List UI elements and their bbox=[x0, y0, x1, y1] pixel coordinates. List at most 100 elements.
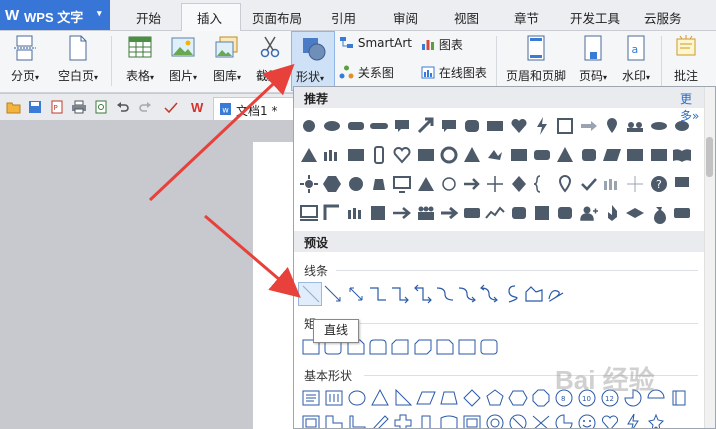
comment-button[interactable]: 批注 bbox=[668, 34, 704, 90]
recommended-shape[interactable] bbox=[531, 202, 553, 224]
recommended-shape[interactable] bbox=[601, 202, 623, 224]
line-shape[interactable] bbox=[501, 283, 523, 305]
line-shape[interactable] bbox=[523, 283, 545, 305]
recommended-shape[interactable] bbox=[508, 202, 530, 224]
recommended-shape[interactable] bbox=[578, 115, 600, 137]
basic-shape[interactable] bbox=[438, 387, 460, 409]
open-folder-icon[interactable] bbox=[6, 100, 22, 114]
basic-shape[interactable] bbox=[346, 412, 368, 428]
relation-chart-button[interactable]: 关系图 bbox=[339, 64, 394, 81]
recommended-shape[interactable] bbox=[578, 173, 600, 195]
basic-shape[interactable] bbox=[300, 412, 322, 428]
recommended-shape[interactable] bbox=[391, 115, 413, 137]
recommended-shape[interactable] bbox=[321, 173, 343, 195]
print-icon[interactable] bbox=[71, 100, 87, 114]
chart-button[interactable]: 图表 bbox=[421, 36, 463, 53]
basic-shape[interactable] bbox=[484, 412, 506, 428]
tab-developer[interactable]: 开发工具 bbox=[570, 8, 620, 27]
recommended-shape[interactable] bbox=[438, 144, 460, 166]
recommended-shape[interactable] bbox=[484, 144, 506, 166]
recommended-shape[interactable] bbox=[321, 144, 343, 166]
recommended-shape[interactable] bbox=[368, 115, 390, 137]
recommended-shape[interactable] bbox=[648, 202, 670, 224]
recommended-shape[interactable] bbox=[345, 115, 367, 137]
basic-shape[interactable] bbox=[369, 412, 391, 428]
recommended-shape[interactable] bbox=[648, 144, 670, 166]
recommended-shape[interactable] bbox=[298, 202, 320, 224]
recommended-shape[interactable] bbox=[415, 173, 437, 195]
panel-scroll-thumb[interactable] bbox=[706, 137, 713, 177]
recommended-shape[interactable] bbox=[508, 115, 530, 137]
basic-shape[interactable] bbox=[461, 412, 483, 428]
rectangle-shape[interactable] bbox=[412, 336, 434, 358]
recommended-shape[interactable] bbox=[298, 173, 320, 195]
recommended-shape[interactable] bbox=[508, 144, 530, 166]
basic-shape[interactable] bbox=[415, 387, 437, 409]
basic-shape[interactable] bbox=[599, 412, 621, 428]
recommended-shape[interactable] bbox=[345, 202, 367, 224]
recommended-shape[interactable] bbox=[531, 173, 553, 195]
watermark-button[interactable]: a 水印▾ bbox=[616, 34, 656, 90]
online-chart-button[interactable]: 在线图表 bbox=[421, 64, 487, 81]
basic-shape[interactable] bbox=[668, 387, 690, 409]
line-shape[interactable] bbox=[345, 283, 367, 305]
tab-view[interactable]: 视图 bbox=[454, 8, 479, 27]
line-shape[interactable] bbox=[478, 283, 500, 305]
page-break-button[interactable]: 分页▾ bbox=[4, 34, 46, 90]
shapes-button[interactable]: 形状▾ bbox=[291, 31, 335, 91]
basic-shape[interactable] bbox=[530, 412, 552, 428]
screenshot-button[interactable]: 截屏▾ bbox=[250, 34, 290, 90]
picture-button[interactable]: 图片▾ bbox=[163, 34, 203, 90]
basic-shape[interactable] bbox=[369, 387, 391, 409]
blank-page-button[interactable]: 空白页▾ bbox=[50, 34, 106, 90]
export-pdf-icon[interactable]: P bbox=[50, 100, 64, 114]
tab-home[interactable]: 开始 bbox=[136, 8, 161, 27]
recommended-shape[interactable] bbox=[554, 202, 576, 224]
recommended-shape[interactable] bbox=[438, 115, 460, 137]
recommended-shape[interactable] bbox=[671, 173, 693, 195]
rectangle-shape[interactable] bbox=[367, 336, 389, 358]
basic-shape[interactable] bbox=[323, 387, 345, 409]
basic-shape[interactable] bbox=[553, 412, 575, 428]
basic-shape[interactable] bbox=[438, 412, 460, 428]
basic-shape[interactable] bbox=[507, 387, 529, 409]
page-number-button[interactable]: 页码▾ bbox=[572, 34, 614, 90]
recommended-shape[interactable] bbox=[624, 115, 646, 137]
recommended-shape[interactable] bbox=[531, 144, 553, 166]
recommended-shape[interactable] bbox=[298, 144, 320, 166]
recommended-shape[interactable] bbox=[415, 202, 437, 224]
basic-shape[interactable] bbox=[392, 412, 414, 428]
save-icon[interactable] bbox=[28, 100, 42, 114]
rectangle-shape[interactable] bbox=[456, 336, 478, 358]
recommended-shape[interactable] bbox=[624, 144, 646, 166]
recommended-shape[interactable] bbox=[461, 173, 483, 195]
recommended-shape[interactable] bbox=[368, 202, 390, 224]
recommended-shape[interactable] bbox=[461, 202, 483, 224]
recommended-shape[interactable] bbox=[601, 115, 623, 137]
tab-review[interactable]: 审阅 bbox=[393, 8, 418, 27]
basic-shape[interactable] bbox=[484, 387, 506, 409]
recommended-shape[interactable]: ? bbox=[648, 173, 670, 195]
basic-shape[interactable] bbox=[622, 412, 644, 428]
recommended-shape[interactable] bbox=[391, 173, 413, 195]
line-shape[interactable] bbox=[322, 283, 344, 305]
recommended-shape[interactable] bbox=[531, 115, 553, 137]
recommended-shape[interactable] bbox=[554, 144, 576, 166]
line-shape[interactable] bbox=[389, 283, 411, 305]
tab-cloud[interactable]: 云服务 bbox=[644, 8, 682, 27]
recommended-shape[interactable] bbox=[415, 144, 437, 166]
line-shape[interactable] bbox=[456, 283, 478, 305]
format-painter-icon[interactable] bbox=[164, 102, 178, 114]
redo-icon[interactable] bbox=[138, 100, 152, 114]
recommended-shape[interactable] bbox=[368, 144, 390, 166]
recommended-shape[interactable] bbox=[484, 115, 506, 137]
line-shape[interactable] bbox=[545, 283, 567, 305]
recommended-shape[interactable] bbox=[391, 202, 413, 224]
header-footer-button[interactable]: 页眉和页脚 bbox=[502, 34, 570, 90]
gallery-button[interactable]: 图库▾ bbox=[205, 34, 249, 90]
rectangle-shape[interactable] bbox=[478, 336, 500, 358]
basic-shape[interactable] bbox=[300, 387, 322, 409]
recommended-shape[interactable] bbox=[345, 144, 367, 166]
basic-shape[interactable] bbox=[323, 412, 345, 428]
basic-shape[interactable] bbox=[645, 412, 667, 428]
